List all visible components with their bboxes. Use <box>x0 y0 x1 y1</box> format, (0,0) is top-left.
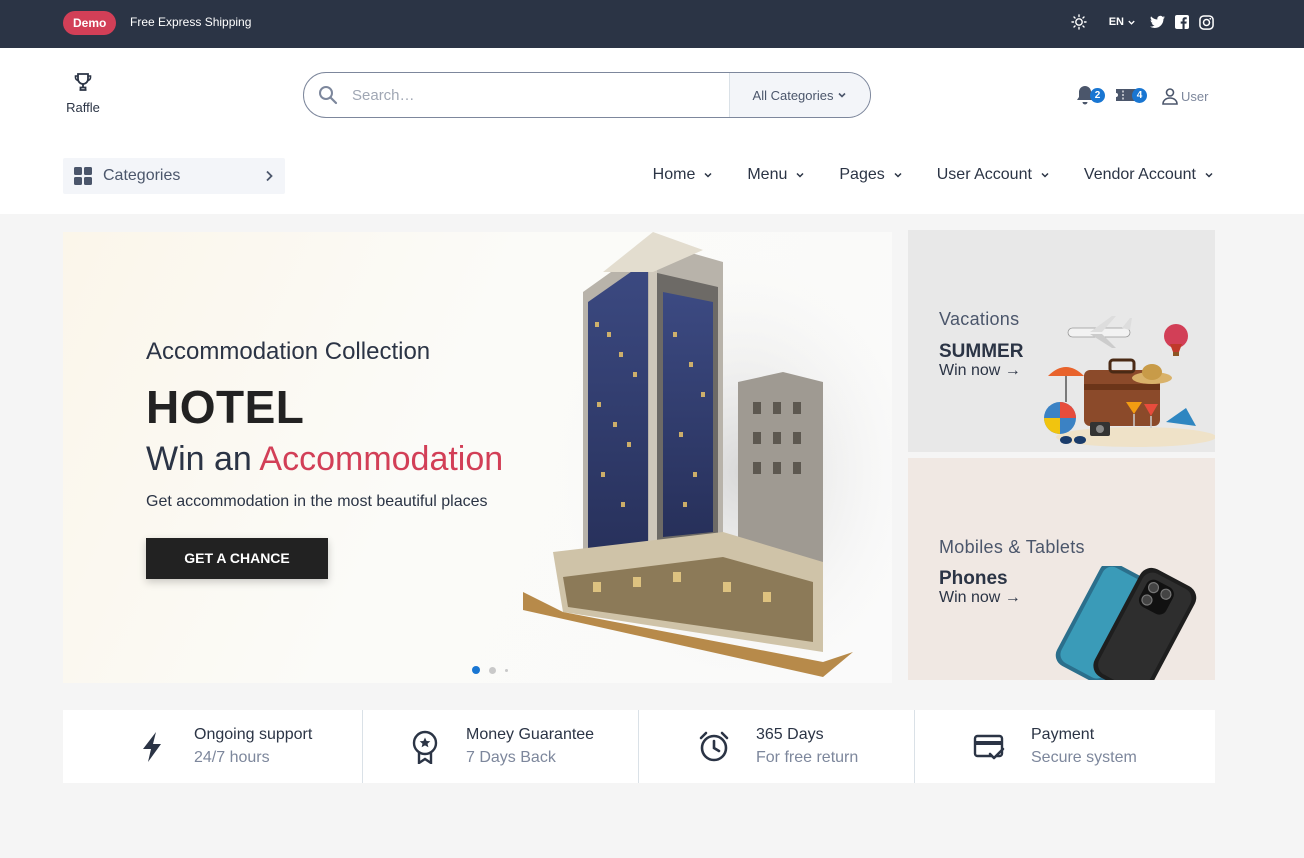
language-label: EN <box>1108 16 1124 28</box>
chevron-down-icon <box>704 172 712 178</box>
hero-slider: Accommodation Collection HOTEL Win an Ac… <box>63 232 892 683</box>
slider-dots <box>472 666 508 674</box>
promo-card-vacations[interactable]: Vacations SUMMER Win now → <box>908 230 1215 452</box>
hero-headline-accent: Accommodation <box>259 440 504 478</box>
chevron-down-icon <box>894 172 902 178</box>
grid-icon <box>74 167 92 185</box>
smartphones-image <box>1055 566 1197 680</box>
nav-item-pages[interactable]: Pages <box>839 166 902 184</box>
promo-card-kicker: Vacations <box>939 309 1020 329</box>
user-account-button[interactable]: User <box>1161 87 1208 105</box>
instagram-icon[interactable] <box>1199 14 1214 30</box>
service-title: Payment <box>1031 726 1095 743</box>
promo-card-phones[interactable]: Mobiles & Tablets Phones Win now → <box>908 458 1215 680</box>
search-category-label: All Categories <box>752 87 834 103</box>
service-item: 365 Days For free return <box>639 710 915 783</box>
notifications-button[interactable]: 2 <box>1075 84 1109 108</box>
vacation-items-image <box>1044 316 1215 447</box>
service-item: Money Guarantee 7 Days Back <box>363 710 639 783</box>
service-subtitle: 7 Days Back <box>466 749 556 766</box>
nav-item-menu[interactable]: Menu <box>747 166 805 184</box>
header: Raffle All Categories 2 4 User Categorie… <box>0 48 1304 214</box>
service-subtitle: Secure system <box>1031 749 1137 766</box>
logo-label: Raffle <box>66 100 100 115</box>
language-select[interactable]: EN <box>1109 16 1136 28</box>
lightning-icon <box>143 731 161 762</box>
demo-badge: Demo <box>63 11 117 35</box>
nav-item-user-account[interactable]: User Account <box>937 166 1050 184</box>
hero-headline-prefix: Win an <box>146 440 252 478</box>
chevron-down-icon <box>838 92 847 98</box>
shipping-promo-text: Free Express Shipping <box>130 15 252 29</box>
service-title: 365 Days <box>756 726 824 743</box>
categories-label: Categories <box>103 167 181 184</box>
hero-subtitle: Accommodation Collection <box>146 338 431 365</box>
search-input[interactable] <box>352 73 729 117</box>
top-bar: Demo Free Express Shipping EN <box>0 0 1304 48</box>
services-strip: Ongoing support 24/7 hours Money Guarant… <box>63 710 1215 783</box>
hero-headline: Win an Accommodation <box>146 440 503 479</box>
search-icon <box>304 73 352 117</box>
logo[interactable]: Raffle <box>63 72 103 115</box>
notifications-count-badge: 2 <box>1090 88 1105 103</box>
nav-item-label: Menu <box>747 166 788 183</box>
topbar-actions: EN <box>1071 14 1214 30</box>
header-actions: 2 4 User <box>1075 84 1208 108</box>
twitter-icon[interactable] <box>1150 15 1165 29</box>
slider-dot[interactable] <box>472 666 480 674</box>
alarm-clock-icon <box>699 731 729 761</box>
chevron-down-icon <box>796 172 804 178</box>
nav-item-label: Pages <box>839 166 885 183</box>
service-title: Money Guarantee <box>466 726 595 743</box>
slider-dot[interactable] <box>489 666 496 674</box>
nav-item-label: User Account <box>936 166 1032 183</box>
tickets-button[interactable]: 4 <box>1115 84 1149 108</box>
service-subtitle: For free return <box>756 749 859 766</box>
search-category-select[interactable]: All Categories <box>729 73 870 117</box>
chevron-down-icon <box>1041 172 1049 178</box>
hero-description: Get accommodation in the most beautiful … <box>146 493 488 510</box>
hotel-building-image <box>523 232 892 683</box>
user-label: User <box>1181 88 1209 104</box>
search-bar: All Categories <box>303 72 871 118</box>
service-title: Ongoing support <box>194 726 313 743</box>
service-item: Payment Secure system <box>915 710 1215 783</box>
user-icon <box>1162 88 1178 105</box>
promo-card-kicker: Mobiles & Tablets <box>939 537 1085 557</box>
promo-card-title: SUMMER <box>939 341 1024 362</box>
get-a-chance-button[interactable]: GET A CHANCE <box>146 538 328 579</box>
nav-item-vendor-account[interactable]: Vendor Account <box>1084 166 1214 184</box>
credit-card-icon <box>973 734 1005 759</box>
nav-item-home[interactable]: Home <box>653 166 714 184</box>
sun-icon[interactable] <box>1071 14 1087 30</box>
chevron-down-icon <box>1205 172 1213 178</box>
tickets-count-badge: 4 <box>1132 88 1147 103</box>
categories-button[interactable]: Categories <box>63 158 285 194</box>
nav-item-label: Home <box>652 166 696 183</box>
slider-dot[interactable] <box>505 668 508 672</box>
chevron-down-icon <box>1128 20 1135 25</box>
chevron-right-icon <box>266 170 273 182</box>
hero-title: HOTEL <box>146 381 305 433</box>
service-item: Ongoing support 24/7 hours <box>63 710 363 783</box>
nav-item-label: Vendor Account <box>1083 166 1196 183</box>
trophy-icon <box>74 73 92 91</box>
win-now-link[interactable]: Win now → <box>939 362 1021 380</box>
win-now-link[interactable]: Win now → <box>939 589 1021 607</box>
facebook-icon[interactable] <box>1175 15 1189 29</box>
promo-card-title: Phones <box>939 568 1008 589</box>
main-nav: Home Menu Pages User Account Vendor Acco… <box>653 166 1214 184</box>
service-subtitle: 24/7 hours <box>194 749 270 766</box>
award-icon <box>412 730 438 764</box>
